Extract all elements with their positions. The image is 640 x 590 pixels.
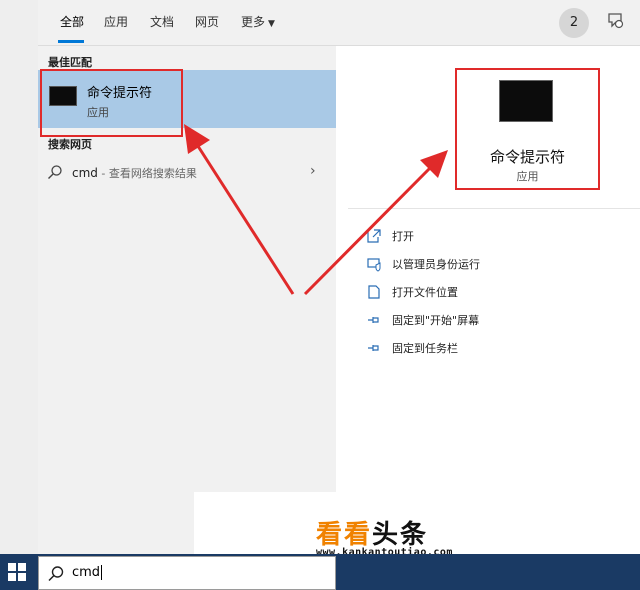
open-icon <box>367 229 381 243</box>
action-pin-to-start-label: 固定到"开始"屏幕 <box>392 314 480 327</box>
chevron-down-icon: ▼ <box>268 19 275 29</box>
watermark-brand-part1: 看看 <box>316 520 373 550</box>
action-pin-to-taskbar-label: 固定到任务栏 <box>392 342 458 355</box>
tab-apps[interactable]: 应用 <box>104 13 128 30</box>
tab-documents[interactable]: 文档 <box>150 13 174 30</box>
watermark-brand-part2: 头条 <box>372 520 429 550</box>
action-run-as-admin-label: 以管理员身份运行 <box>392 258 480 271</box>
pin-icon <box>368 345 379 351</box>
action-run-as-admin[interactable]: 以管理员身份运行 <box>366 254 636 274</box>
feedback-icon[interactable] <box>606 11 626 31</box>
chevron-right-icon[interactable]: › <box>310 163 316 179</box>
active-tab-indicator <box>58 40 84 43</box>
web-search-query: cmd <box>72 166 98 180</box>
tab-all[interactable]: 全部 <box>60 13 84 30</box>
highlight-box-preview <box>455 68 600 190</box>
windows-logo-icon[interactable] <box>8 563 26 581</box>
action-open[interactable]: 打开 <box>366 226 636 246</box>
best-match-heading: 最佳匹配 <box>48 56 92 69</box>
tab-more[interactable]: 更多 ▼ <box>241 13 275 30</box>
action-open-label: 打开 <box>392 230 414 243</box>
left-sidebar-strip <box>0 0 38 554</box>
watermark-logo: 看看头条 <box>316 514 428 551</box>
highlight-box-best-match <box>40 69 183 137</box>
search-icon <box>48 165 62 179</box>
tab-more-label: 更多 <box>241 15 266 29</box>
notification-badge[interactable]: 2 <box>559 8 589 38</box>
taskbar-search-value: cmd <box>72 565 101 580</box>
action-pin-to-start[interactable]: 固定到"开始"屏幕 <box>366 310 636 330</box>
preview-divider <box>348 208 640 209</box>
filter-tab-bar <box>38 0 640 46</box>
text-cursor <box>101 565 103 580</box>
tab-web[interactable]: 网页 <box>195 13 219 30</box>
run-as-admin-icon <box>367 258 381 272</box>
action-pin-to-taskbar[interactable]: 固定到任务栏 <box>366 338 636 358</box>
web-search-heading: 搜索网页 <box>48 138 92 151</box>
web-search-suffix: - 查看网络搜索结果 <box>97 167 197 180</box>
action-open-file-location[interactable]: 打开文件位置 <box>366 282 636 302</box>
action-open-file-location-label: 打开文件位置 <box>392 286 458 299</box>
pin-icon <box>368 317 379 323</box>
search-icon <box>48 566 64 582</box>
taskbar-search-input[interactable]: cmd <box>72 565 103 580</box>
web-search-text: cmd - 查看网络搜索结果 <box>72 165 197 181</box>
file-location-icon <box>368 285 380 299</box>
